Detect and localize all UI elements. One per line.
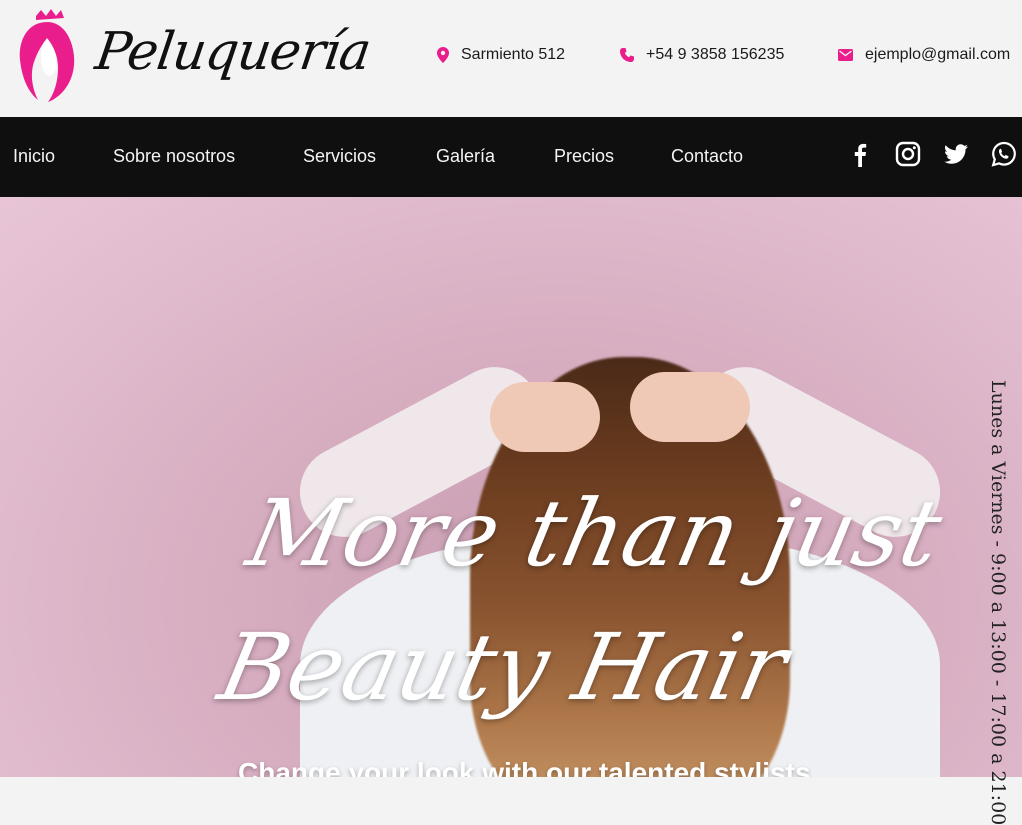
email-text: ejemplo@gmail.com (865, 46, 1011, 63)
nav-servicios[interactable]: Servicios (303, 146, 376, 167)
nav-contacto[interactable]: Contacto (671, 146, 743, 167)
nav-galeria[interactable]: Galería (436, 146, 495, 167)
email-icon (838, 49, 853, 61)
contact-phone[interactable]: +54 9 3858 156235 (620, 46, 784, 64)
opening-hours: Lunes a Viernes - 9:00 a 13:00 - 17:00 a… (983, 380, 1013, 825)
opening-hours-text: Lunes a Viernes - 9:00 a 13:00 - 17:00 a… (987, 380, 1009, 825)
top-bar: Peluquería Sarmiento 512 +54 9 3858 1562… (0, 0, 1022, 117)
location-pin-icon (437, 47, 449, 63)
hero-section: More than just Beauty Hair Change your l… (0, 197, 1022, 777)
phone-icon (620, 48, 634, 62)
nav-precios[interactable]: Precios (554, 146, 614, 167)
nav-sobre-nosotros[interactable]: Sobre nosotros (113, 146, 235, 167)
phone-text: +54 9 3858 156235 (646, 46, 785, 63)
hero-headline-line2: Beauty Hair (210, 614, 797, 721)
contact-email[interactable]: ejemplo@gmail.com (838, 46, 1010, 64)
facebook-icon[interactable] (847, 141, 873, 167)
whatsapp-icon[interactable] (991, 141, 1017, 167)
hero-headline: More than just Beauty Hair (208, 467, 954, 735)
hero-headline-line1: More than just (238, 480, 951, 587)
nav-inicio[interactable]: Inicio (13, 146, 55, 167)
brand-name[interactable]: Peluquería (92, 22, 374, 82)
instagram-icon[interactable] (895, 141, 921, 167)
hero-subline: Change your look with our talented styli… (238, 757, 811, 777)
contact-address: Sarmiento 512 (437, 46, 565, 64)
address-text: Sarmiento 512 (461, 46, 566, 63)
twitter-icon[interactable] (943, 141, 969, 167)
woman-crown-logo[interactable] (14, 8, 80, 104)
